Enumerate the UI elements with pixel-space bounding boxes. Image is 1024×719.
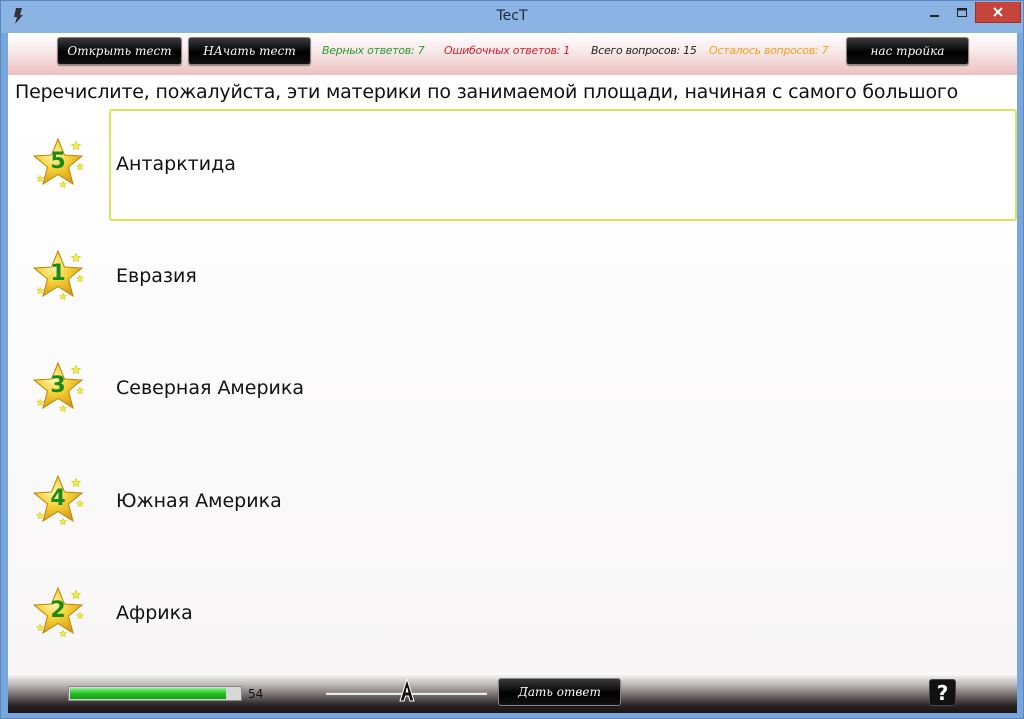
toolbar: Открыть тест НАчать тест Верных ответов:… [8,33,1017,75]
slider-thumb-icon[interactable] [398,677,416,705]
answer-order-number: 2 [50,598,66,623]
answer-order-number: 4 [50,486,66,511]
close-button[interactable] [975,2,1021,23]
answer-box[interactable] [109,558,1017,670]
answer-label: Северная Америка [116,377,304,399]
answer-item[interactable]: 1 Евразия [8,221,1017,333]
answer-box[interactable] [109,109,1017,221]
client-area: Открыть тест НАчать тест Верных ответов:… [8,33,1017,713]
title-bar[interactable]: TecT [1,1,1023,33]
help-icon: ? [936,680,949,705]
start-test-button[interactable]: НАчать тест [188,37,311,65]
total-questions-count: Всего вопросов: 15 [591,44,697,57]
minimize-icon [930,14,939,17]
answer-order-number: 5 [50,149,66,174]
progress-value: 54 [248,687,264,701]
open-test-button[interactable]: Открыть тест [57,37,182,65]
answer-item[interactable]: 2 Африка [8,558,1017,670]
answer-label: Южная Америка [116,490,282,512]
correct-answers-count: Верных ответов: 7 [322,44,425,57]
answer-list: 5 Антарктида 1 Евразия 3 Северная Америк… [8,109,1017,673]
submit-answer-button[interactable]: Дать ответ [498,678,621,706]
question-text: Перечислите, пожалуйста, эти материки по… [15,81,959,103]
answer-item[interactable]: 3 Северная Америка [8,333,1017,445]
minimize-button[interactable] [921,2,949,23]
bottom-bar: 54 Дать ответ ? [8,673,1017,713]
answer-item[interactable]: 5 Антарктида [8,109,1017,221]
settings-button[interactable]: нас тройка [846,37,969,65]
answer-box[interactable] [109,221,1017,333]
answer-order-number: 1 [50,261,66,286]
answer-label: Африка [116,602,193,624]
remaining-questions-count: Осталось вопросов: 7 [709,44,829,57]
window-title: TecT [496,8,528,24]
wrong-answers-count: Ошибочных ответов: 1 [444,44,570,57]
answer-label: Евразия [116,265,197,287]
maximize-button[interactable] [949,2,975,23]
answer-order-number: 3 [50,373,66,398]
app-window: TecT Открыть тест НАчать тест Верных отв… [0,0,1024,719]
progress-bar [68,686,242,701]
close-icon [993,7,1003,17]
answer-item[interactable]: 4 Южная Америка [8,446,1017,558]
progress-fill [70,688,227,699]
answer-label: Антарктида [116,153,236,175]
maximize-icon [957,7,967,17]
help-button[interactable]: ? [929,679,956,706]
